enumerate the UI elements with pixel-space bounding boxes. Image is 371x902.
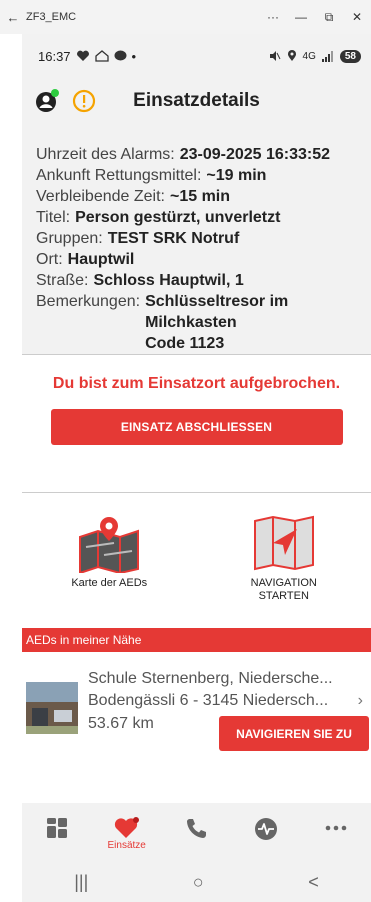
navigation-map-icon (253, 515, 314, 571)
recents-button[interactable]: ||| (74, 872, 88, 893)
location-icon (287, 50, 296, 61)
phone-screen: 16:37 • 4G 58 Einsatzdetails Uhrzeit des… (22, 34, 371, 902)
detail-value: Hauptwil (67, 251, 135, 268)
remarks-line: Schlüsseltresor im (145, 293, 289, 310)
tab-phone[interactable] (162, 803, 232, 839)
detail-value: TEST SRK Notruf (107, 230, 240, 247)
more-icon (325, 825, 347, 831)
window-title: ZF3_EMC (26, 11, 77, 23)
aed-map-icon (79, 517, 140, 573)
detail-value: Schloss Hauptwil, 1 (93, 272, 244, 289)
detail-value: Schlüsseltresor im Milchkasten Code 1123 (145, 291, 305, 354)
incident-details: Uhrzeit des Alarms: 23-09-2025 16:33:52 A… (22, 124, 371, 354)
grid-icon (46, 818, 67, 838)
window-maximize-button[interactable]: ⧉ (315, 10, 343, 25)
window-back-button[interactable]: ← (0, 10, 26, 25)
detail-remaining: Verbleibende Zeit: ~15 min (36, 186, 371, 207)
aed-location-photo (26, 682, 78, 734)
heart-icon (114, 817, 139, 838)
system-navigation-bar: ||| ○ < (22, 863, 371, 902)
divider (22, 354, 371, 355)
bottom-tab-bar: Einsätze (22, 803, 371, 863)
home-mail-icon (94, 50, 109, 62)
detail-label: Straße: (36, 272, 89, 289)
window-close-button[interactable]: ✕ (343, 10, 371, 24)
detail-label: Titel: (36, 209, 71, 226)
navigation-action[interactable]: NAVIGATION STARTEN (197, 493, 371, 628)
battery-indicator: 58 (339, 49, 361, 63)
heart-monitor-icon (76, 50, 89, 61)
remarks-line: Code 1123 (145, 335, 225, 352)
home-button[interactable]: ○ (193, 872, 204, 893)
aed-distance: 53.67 km (88, 715, 154, 732)
tab-label: Einsätze (107, 840, 146, 851)
status-message: Du bist zum Einsatzort aufgebrochen. (52, 375, 341, 392)
navigate-to-button[interactable]: NAVIGIEREN SIE ZU (219, 716, 369, 751)
detail-label: Ort: (36, 251, 63, 268)
window-more-button[interactable]: ··· (259, 10, 287, 24)
detail-remarks: Bemerkungen: Schlüsseltresor im Milchkas… (36, 291, 371, 354)
chat-icon (114, 50, 127, 61)
detail-value: Person gestürzt, unverletzt (75, 209, 281, 226)
chevron-right-icon[interactable]: › (358, 692, 363, 710)
close-incident-button[interactable]: EINSATZ ABSCHLIESSEN (50, 409, 343, 445)
detail-place: Ort: Hauptwil (36, 249, 371, 270)
back-button[interactable]: < (308, 872, 319, 893)
signal-icon (321, 50, 333, 62)
remarks-line: Milchkasten (145, 314, 237, 331)
aed-map-action[interactable]: Karte der AEDs (22, 493, 197, 628)
detail-label: Uhrzeit des Alarms: (36, 146, 175, 163)
aed-address: Bodengässli 6 - 3145 Niedersch... (88, 692, 329, 709)
quick-actions: Karte der AEDs NAVIGATION STARTEN (22, 493, 371, 628)
detail-arrival: Ankunft Rettungsmittel: ~19 min (36, 165, 371, 186)
detail-value: ~19 min (206, 167, 267, 184)
activity-icon (255, 818, 278, 840)
window-titlebar: ← ZF3_EMC ··· — ⧉ ✕ (0, 0, 371, 34)
app-header: Einsatzdetails (22, 78, 371, 124)
detail-label: Verbleibende Zeit: (36, 188, 165, 205)
aed-map-label: Karte der AEDs (71, 577, 148, 589)
status-time: 16:37 (38, 48, 71, 64)
navigation-label: NAVIGATION STARTEN (251, 577, 317, 603)
status-dot: • (131, 48, 137, 64)
aed-name: Schule Sternenberg, Niedersche... (88, 670, 333, 687)
detail-label: Bemerkungen: (36, 293, 141, 310)
network-type: 4G (302, 50, 316, 62)
status-section: Du bist zum Einsatzort aufgebrochen. EIN… (22, 375, 371, 492)
detail-label: Ankunft Rettungsmittel: (36, 167, 202, 184)
phone-icon (187, 819, 207, 838)
navigation-label-line: NAVIGATION (250, 577, 317, 589)
tab-einsaetze[interactable]: Einsätze (92, 803, 162, 851)
navigation-label-line: STARTEN (258, 590, 309, 602)
detail-title: Titel: Person gestürzt, unverletzt (36, 207, 371, 228)
user-status-icon[interactable] (34, 88, 60, 114)
aed-section-header: AEDs in meiner Nähe (22, 628, 371, 652)
detail-street: Straße: Schloss Hauptwil, 1 (36, 270, 371, 291)
window-minimize-button[interactable]: — (287, 10, 315, 24)
detail-value: 23-09-2025 16:33:52 (179, 146, 331, 163)
tab-activity[interactable] (231, 803, 301, 841)
aed-list-item[interactable]: Schule Sternenberg, Niedersche... Bodeng… (22, 652, 371, 764)
mute-icon (269, 51, 280, 61)
status-bar: 16:37 • 4G 58 (22, 34, 371, 78)
tab-dashboard[interactable] (22, 803, 92, 839)
tab-more[interactable] (301, 803, 371, 839)
detail-value: ~15 min (169, 188, 231, 205)
detail-label: Gruppen: (36, 230, 103, 247)
detail-alarm-time: Uhrzeit des Alarms: 23-09-2025 16:33:52 (36, 144, 371, 165)
detail-groups: Gruppen: TEST SRK Notruf (36, 228, 371, 249)
warning-icon[interactable] (72, 89, 96, 113)
